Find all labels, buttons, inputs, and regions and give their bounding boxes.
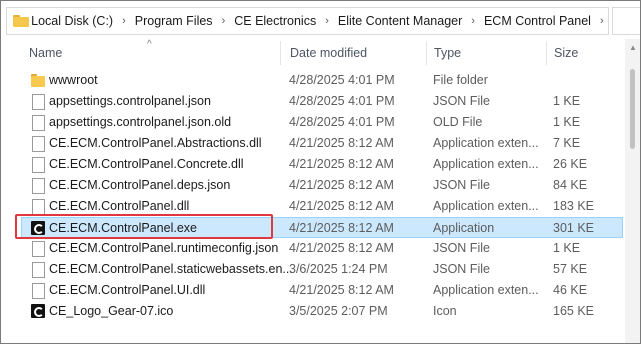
file-size: 301 KE: [553, 221, 595, 235]
file-type: Application exten...: [433, 199, 539, 213]
file-row[interactable]: CE.ECM.ControlPanel.Abstractions.dll 4/21…: [22, 133, 622, 154]
file-type: Application exten...: [433, 157, 539, 171]
file-type: Application exten...: [433, 136, 539, 150]
file-date: 4/21/2025 8:12 AM: [289, 157, 394, 171]
explorer-window: « Local Disk (C:) › Program Files › CE E…: [0, 0, 641, 344]
file-date: 3/6/2025 1:24 PM: [289, 262, 388, 276]
file-date: 4/21/2025 8:12 AM: [289, 136, 394, 150]
file-date: 4/21/2025 8:12 AM: [289, 283, 394, 297]
breadcrumb-elite-content-manager[interactable]: Elite Content Manager: [338, 14, 462, 28]
file-name: wwwroot: [49, 73, 98, 87]
breadcrumb-local-disk[interactable]: Local Disk (C:): [31, 14, 113, 28]
column-divider[interactable]: [546, 41, 547, 65]
file-size: 57 KE: [553, 262, 588, 276]
file-icon: [32, 283, 45, 299]
file-icon: [32, 241, 45, 257]
file-row[interactable]: appsettings.controlpanel.json 4/28/2025 4…: [22, 91, 622, 112]
file-size: 1 KE: [553, 94, 581, 108]
file-name: appsettings.controlpanel.json.old: [49, 115, 232, 129]
file-date: 4/21/2025 8:12 AM: [289, 178, 394, 192]
file-icon: [32, 136, 45, 152]
breadcrumb-program-files[interactable]: Program Files: [135, 14, 213, 28]
file-type: File folder: [433, 73, 488, 87]
file-date: 4/21/2025 8:12 AM: [289, 241, 394, 255]
file-type: JSON File: [433, 178, 490, 192]
file-row[interactable]: wwwroot 4/28/2025 4:01 PM File folder: [22, 70, 622, 91]
file-type: JSON File: [433, 241, 490, 255]
file-date: 4/28/2025 4:01 PM: [289, 115, 395, 129]
scrollbar-thumb[interactable]: [630, 69, 635, 149]
column-size[interactable]: Size: [554, 39, 578, 67]
file-icon: [32, 115, 45, 131]
file-type: JSON File: [433, 94, 490, 108]
file-type: Application: [433, 221, 495, 235]
file-icon: [32, 94, 45, 110]
file-date: 4/21/2025 8:12 AM: [289, 221, 394, 235]
column-divider[interactable]: [426, 41, 427, 65]
app-icon: [31, 304, 45, 318]
file-row[interactable]: CE_Logo_Gear-07.ico 3/5/2025 2:07 PM Icon 1…: [22, 301, 622, 322]
file-size: 1 KE: [553, 115, 581, 129]
file-size: 46 KE: [553, 283, 588, 297]
chevron-right-icon[interactable]: ›: [600, 15, 604, 27]
file-row[interactable]: appsettings.controlpanel.json.old 4/28/20…: [22, 112, 622, 133]
file-icon: [32, 199, 45, 215]
file-size: 165 KE: [553, 304, 595, 318]
file-name: CE.ECM.ControlPanel.runtimeconfig.json: [49, 241, 279, 255]
file-date: 4/21/2025 8:12 AM: [289, 199, 394, 213]
file-type: Icon: [433, 304, 457, 318]
scroll-up-icon[interactable]: ▲: [629, 43, 637, 52]
chevron-right-icon[interactable]: ›: [122, 15, 126, 27]
file-name: CE.ECM.ControlPanel.UI.dll: [49, 283, 206, 297]
file-icon: [32, 157, 45, 173]
breadcrumb-ecm-control-panel[interactable]: ECM Control Panel: [484, 14, 591, 28]
file-size: 183 KE: [553, 199, 595, 213]
file-row[interactable]: CE.ECM.ControlPanel.UI.dll 4/21/2025 8:12…: [22, 280, 622, 301]
file-type: Application exten...: [433, 283, 539, 297]
chevron-right-icon[interactable]: ›: [325, 15, 329, 27]
file-name: CE.ECM.ControlPanel.deps.json: [49, 178, 231, 192]
file-icon: [32, 178, 45, 194]
file-size: [553, 70, 623, 91]
highlight-box: [15, 214, 273, 239]
file-name: appsettings.controlpanel.json: [49, 94, 211, 108]
column-type[interactable]: Type: [434, 39, 461, 67]
file-row[interactable]: CE.ECM.ControlPanel.runtimeconfig.json 4/…: [22, 238, 622, 259]
address-dropdown[interactable]: [612, 7, 640, 35]
chevron-right-icon[interactable]: ›: [222, 15, 226, 27]
folder-icon: [30, 72, 46, 89]
breadcrumb[interactable]: « Local Disk (C:) › Program Files › CE E…: [6, 7, 609, 35]
file-size: 7 KE: [553, 136, 581, 150]
file-size: 26 KE: [553, 157, 588, 171]
column-name[interactable]: Name: [29, 39, 62, 67]
column-header: ^ Name Date modified Type Size: [1, 39, 640, 67]
address-bar: « Local Disk (C:) › Program Files › CE E…: [1, 1, 640, 40]
sort-indicator-icon: ^: [147, 39, 152, 50]
file-date: 4/28/2025 4:01 PM: [289, 94, 395, 108]
column-date-modified[interactable]: Date modified: [290, 39, 367, 67]
file-date: 3/5/2025 2:07 PM: [289, 304, 388, 318]
chevron-right-icon[interactable]: ›: [471, 15, 475, 27]
file-name: CE.ECM.ControlPanel.Abstractions.dll: [49, 136, 262, 150]
file-row[interactable]: CE.ECM.ControlPanel.staticwebassets.en..…: [22, 259, 622, 280]
file-size: 1 KE: [553, 241, 581, 255]
file-type: OLD File: [433, 115, 483, 129]
breadcrumb-ce-electronics[interactable]: CE Electronics: [234, 14, 316, 28]
file-size: 84 KE: [553, 178, 588, 192]
file-row[interactable]: CE.ECM.ControlPanel.Concrete.dll 4/21/202…: [22, 154, 622, 175]
file-icon: [32, 262, 45, 278]
file-type: JSON File: [433, 262, 490, 276]
file-name: CE_Logo_Gear-07.ico: [49, 304, 174, 318]
vertical-scrollbar[interactable]: ▲: [625, 39, 640, 343]
file-date: 4/28/2025 4:01 PM: [289, 73, 395, 87]
column-divider[interactable]: [280, 41, 281, 65]
file-row[interactable]: CE.ECM.ControlPanel.deps.json 4/21/2025 8…: [22, 175, 622, 196]
file-name: CE.ECM.ControlPanel.Concrete.dll: [49, 157, 244, 171]
file-name: CE.ECM.ControlPanel.staticwebassets.en..…: [49, 262, 293, 276]
